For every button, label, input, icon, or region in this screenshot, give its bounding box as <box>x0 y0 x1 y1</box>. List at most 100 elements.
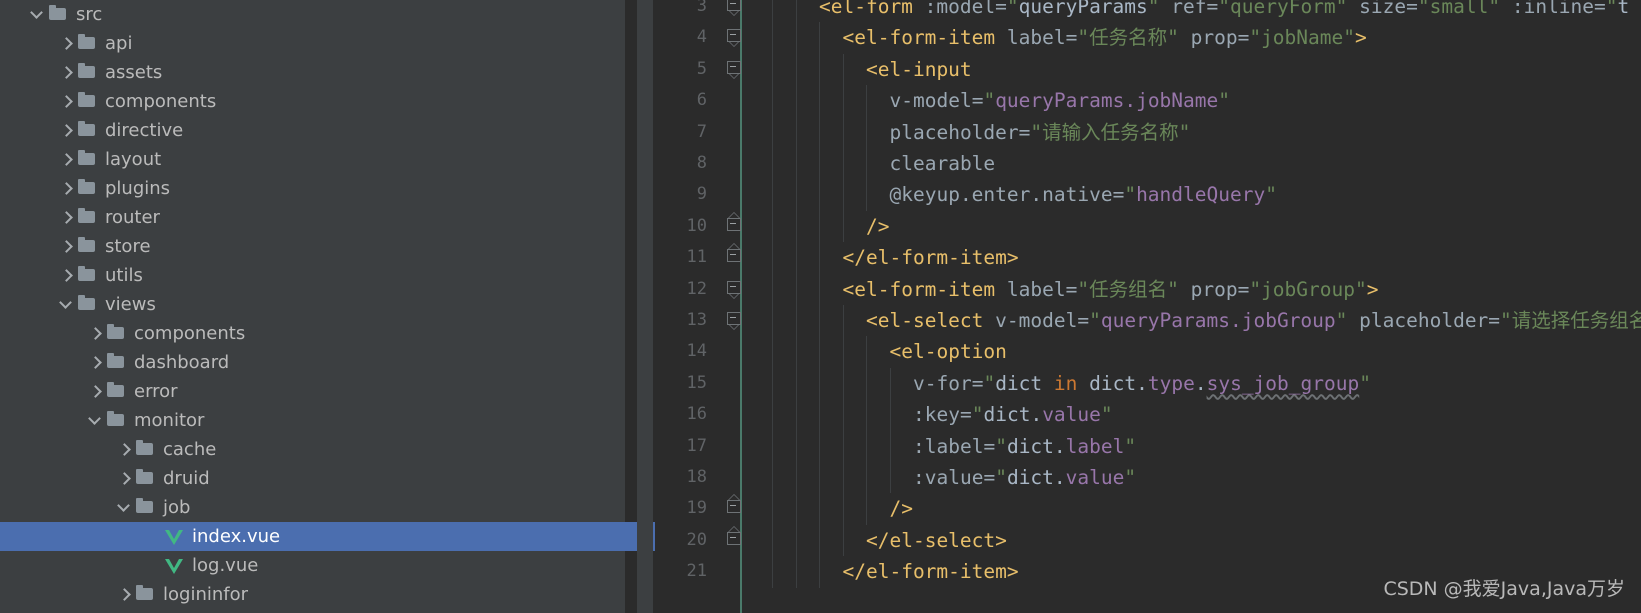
vue-file-icon <box>163 522 185 551</box>
tree-row[interactable]: logininfor <box>0 580 625 609</box>
folder-icon <box>134 435 156 464</box>
code-line[interactable]: :label="dict.label" <box>913 431 1136 462</box>
chevron-down-icon[interactable] <box>30 0 47 29</box>
code-line[interactable]: clearable <box>890 148 996 179</box>
folder-icon <box>76 290 98 319</box>
chevron-right-icon[interactable] <box>117 580 134 609</box>
folder-icon <box>47 0 69 29</box>
tree-row-label: directive <box>105 120 184 141</box>
tree-row-label: index.vue <box>192 526 281 547</box>
code-line[interactable]: <el-option <box>890 336 1007 367</box>
chevron-spacer <box>146 522 163 551</box>
tree-row-label: layout <box>105 149 162 170</box>
chevron-right-icon[interactable] <box>59 58 76 87</box>
tree-row[interactable]: job <box>0 493 625 522</box>
project-tree-panel[interactable]: src api assets components directive layout plu… <box>0 0 625 613</box>
tree-row[interactable]: index.vue <box>0 522 625 551</box>
tree-row[interactable]: layout <box>0 145 625 174</box>
folder-icon <box>76 87 98 116</box>
tree-row[interactable]: views <box>0 290 625 319</box>
tree-row-label: utils <box>105 265 143 286</box>
tree-row[interactable]: monitor <box>0 406 625 435</box>
sidebar-scrollbar-track[interactable] <box>637 0 1289 613</box>
code-line[interactable]: <el-input <box>866 54 972 85</box>
code-line[interactable]: /> <box>890 493 913 524</box>
code-line[interactable]: <el-form-item label="任务名称" prop="jobName… <box>843 22 1367 53</box>
tree-row-label: logininfor <box>163 584 249 605</box>
chevron-right-icon[interactable] <box>59 87 76 116</box>
code-line[interactable]: </el-select> <box>866 525 1007 556</box>
folder-icon <box>76 232 98 261</box>
code-editor[interactable]: 3 4 5 6 7 8 9 10 11 12 13 14 15 16 17 18 19 20 21 <el-form… <box>655 0 1641 613</box>
tree-row[interactable]: assets <box>0 58 625 87</box>
folder-icon <box>105 406 127 435</box>
tree-row-label: job <box>163 497 191 518</box>
tree-row[interactable]: dashboard <box>0 348 625 377</box>
chevron-right-icon[interactable] <box>59 174 76 203</box>
code-line[interactable]: v-for="dict in dict.type.sys_job_group" <box>913 368 1371 399</box>
project-tree[interactable]: src api assets components directive layout plu… <box>0 0 625 609</box>
tree-row[interactable]: components <box>0 87 625 116</box>
watermark: CSDN @我爱Java,Java万岁 <box>1383 578 1625 600</box>
tree-row[interactable]: src <box>0 0 625 29</box>
tree-row-label: views <box>105 294 156 315</box>
tree-row-label: components <box>105 91 217 112</box>
code-line[interactable]: @keyup.enter.native="handleQuery" <box>890 179 1277 210</box>
tree-row[interactable]: log.vue <box>0 551 625 580</box>
folder-icon <box>76 145 98 174</box>
chevron-right-icon[interactable] <box>59 145 76 174</box>
chevron-right-icon[interactable] <box>117 464 134 493</box>
tree-row[interactable]: components <box>0 319 625 348</box>
ide-screenshot: src api assets components directive layout plu… <box>0 0 1641 613</box>
code-text-area[interactable]: <el-form :model="queryParams" ref="query… <box>655 0 1641 613</box>
chevron-right-icon[interactable] <box>59 203 76 232</box>
tree-row-label: components <box>134 323 246 344</box>
chevron-right-icon[interactable] <box>117 435 134 464</box>
code-line[interactable]: :key="dict.value" <box>913 399 1113 430</box>
chevron-down-icon[interactable] <box>117 493 134 522</box>
tree-row-label: dashboard <box>134 352 230 373</box>
tree-row-label: error <box>134 381 178 402</box>
chevron-right-icon[interactable] <box>59 116 76 145</box>
folder-icon <box>134 580 156 609</box>
tree-row-label: router <box>105 207 160 228</box>
chevron-down-icon[interactable] <box>88 406 105 435</box>
code-line[interactable]: <el-form :model="queryParams" ref="query… <box>819 0 1629 22</box>
tree-row[interactable]: druid <box>0 464 625 493</box>
tree-row[interactable]: store <box>0 232 625 261</box>
folder-icon <box>105 348 127 377</box>
tree-row-label: assets <box>105 62 163 83</box>
tree-row-label: src <box>76 4 103 25</box>
chevron-right-icon[interactable] <box>88 319 105 348</box>
chevron-right-icon[interactable] <box>88 348 105 377</box>
tree-row[interactable]: plugins <box>0 174 625 203</box>
code-line[interactable]: placeholder="请输入任务名称" <box>890 117 1191 148</box>
chevron-right-icon[interactable] <box>88 377 105 406</box>
chevron-right-icon[interactable] <box>59 29 76 58</box>
folder-icon <box>105 319 127 348</box>
tree-row[interactable]: cache <box>0 435 625 464</box>
code-line[interactable]: v-model="queryParams.jobName" <box>890 85 1231 116</box>
tree-row[interactable]: error <box>0 377 625 406</box>
chevron-down-icon[interactable] <box>59 290 76 319</box>
code-line[interactable]: <el-select v-model="queryParams.jobGroup… <box>866 305 1641 336</box>
tree-row[interactable]: api <box>0 29 625 58</box>
tree-row[interactable]: router <box>0 203 625 232</box>
code-line[interactable]: /> <box>866 211 889 242</box>
folder-icon <box>134 493 156 522</box>
folder-icon <box>76 116 98 145</box>
tree-row[interactable]: utils <box>0 261 625 290</box>
tree-row-label: druid <box>163 468 210 489</box>
code-line[interactable]: </el-form-item> <box>843 242 1019 273</box>
chevron-right-icon[interactable] <box>59 232 76 261</box>
tree-row[interactable]: directive <box>0 116 625 145</box>
folder-icon <box>105 377 127 406</box>
code-line[interactable]: :value="dict.value" <box>913 462 1136 493</box>
code-line[interactable]: </el-form-item> <box>843 556 1019 587</box>
folder-icon <box>76 29 98 58</box>
chevron-spacer <box>146 551 163 580</box>
code-line[interactable]: <el-form-item label="任务组名" prop="jobGrou… <box>843 274 1379 305</box>
folder-icon <box>76 203 98 232</box>
tree-row-label: monitor <box>134 410 205 431</box>
chevron-right-icon[interactable] <box>59 261 76 290</box>
